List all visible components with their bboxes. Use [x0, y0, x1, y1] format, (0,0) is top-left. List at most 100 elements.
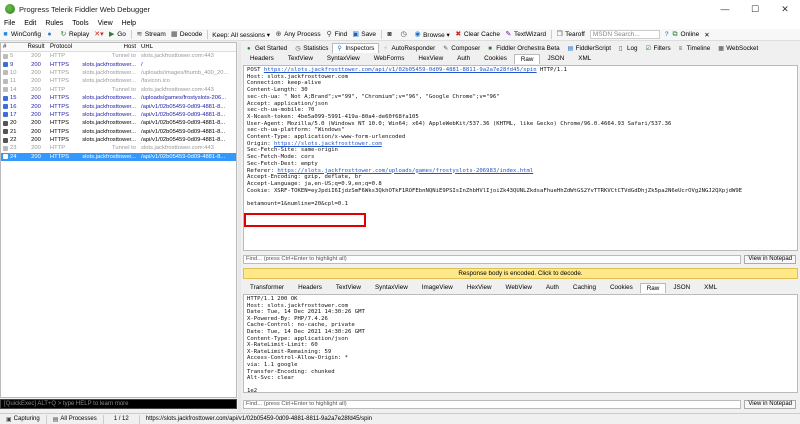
decode-notice[interactable]: Response body is encoded. Click to decod…: [243, 268, 798, 279]
tab-fiddler-orchestra[interactable]: ■ Fiddler Orchestra Beta: [484, 44, 563, 53]
resp-tab-raw[interactable]: Raw: [639, 283, 667, 293]
tab-filters[interactable]: ☑ Filters: [642, 44, 675, 53]
clear-cache-button[interactable]: ✖ Clear Cache: [455, 31, 500, 38]
req-tab-headers[interactable]: Headers: [243, 53, 281, 64]
minimize-button[interactable]: —: [710, 0, 740, 18]
session-row[interactable]: 11 200 HTTPS slots.jackfrosttower... /favico…: [1, 77, 236, 85]
winconfig-button[interactable]: ■ WinConfig: [2, 31, 41, 38]
resp-tab-hexview[interactable]: HexView: [460, 282, 499, 293]
comment-button[interactable]: ●: [46, 31, 55, 38]
session-row[interactable]: 17 200 HTTPS slots.jackfrosttower... /api/v1…: [1, 111, 236, 119]
col-protocol[interactable]: Protocol: [47, 44, 75, 50]
col-num[interactable]: #: [1, 44, 25, 50]
capturing-indicator[interactable]: ▣ Capturing: [0, 414, 47, 424]
process-filter[interactable]: ▤ All Processes: [47, 414, 104, 424]
request-raw-view[interactable]: POST https://slots.jackfrosttower.com/ap…: [243, 65, 798, 251]
resp-tab-headers[interactable]: Headers: [291, 282, 329, 293]
tab-websocket[interactable]: ▦ WebSocket: [714, 44, 762, 53]
req-tab-json[interactable]: JSON: [540, 53, 571, 64]
textwizard-button[interactable]: ✎ TextWizard: [505, 31, 547, 38]
timer-button[interactable]: ◷: [400, 31, 409, 38]
any-process-button[interactable]: ⊕ Any Process: [275, 31, 321, 38]
tab-inspectors[interactable]: ⚲ Inspectors: [332, 43, 380, 53]
session-row[interactable]: 10 200 HTTPS slots.jackfrosttower... /upload…: [1, 69, 236, 77]
msdn-search-input[interactable]: MSDN Search...: [589, 30, 660, 39]
session-row[interactable]: 14 200 HTTP Tunnel to slots.jackfrosttower.c…: [1, 86, 236, 94]
req-tab-auth[interactable]: Auth: [450, 53, 477, 64]
request-view-notepad-button[interactable]: View in Notepad: [744, 255, 796, 264]
req-tab-xml[interactable]: XML: [571, 53, 598, 64]
resp-tab-webview[interactable]: WebView: [499, 282, 539, 293]
quickexec-input[interactable]: [QuickExec] ALT+Q > type HELP to learn m…: [0, 399, 237, 409]
session-row[interactable]: 5 200 HTTP Tunnel to slots.jackfrosttower.co…: [1, 52, 236, 60]
tab-fiddlerscript[interactable]: ▤ FiddlerScript: [564, 44, 615, 53]
menu-edit[interactable]: Edit: [24, 20, 36, 27]
session-row[interactable]: 9 200 HTTPS slots.jackfrosttower... /: [1, 60, 236, 68]
screenshot-button[interactable]: ◙: [386, 31, 395, 38]
req-tab-raw[interactable]: Raw: [513, 54, 541, 64]
req-tab-cookies[interactable]: Cookies: [477, 53, 514, 64]
response-find-input[interactable]: Find... (press Ctrl+Enter to highlight a…: [243, 400, 742, 409]
req-tab-hexview[interactable]: HexView: [411, 53, 450, 64]
save-button[interactable]: ▣ Save: [352, 31, 376, 38]
pane-splitter[interactable]: [238, 42, 241, 412]
help-icon[interactable]: ?: [665, 31, 669, 38]
replay-button[interactable]: ↻ Replay: [60, 31, 90, 38]
resp-tab-cookies[interactable]: Cookies: [603, 282, 640, 293]
tab-statistics[interactable]: ◷ Statistics: [291, 44, 332, 53]
tab-timeline[interactable]: ≡ Timeline: [675, 44, 715, 53]
col-host[interactable]: Host: [75, 44, 140, 50]
resp-tab-json[interactable]: JSON: [666, 282, 697, 293]
req-tab-textview[interactable]: TextView: [281, 53, 320, 64]
response-text: HTTP/1.1 200 OK Host: slots.jackfrosttow…: [247, 296, 365, 393]
resp-tab-caching[interactable]: Caching: [566, 282, 603, 293]
session-result: 200: [31, 128, 41, 135]
go-button[interactable]: ▶ Go: [108, 31, 126, 38]
stream-button[interactable]: ≋ Stream: [136, 31, 165, 38]
tab-autoresponder[interactable]: ⚡ AutoResponder: [379, 44, 439, 53]
response-raw-view[interactable]: HTTP/1.1 200 OK Host: slots.jackfrosttow…: [243, 294, 798, 393]
request-url-link[interactable]: https://slots.jackfrosttower.com/api/v1/…: [264, 67, 537, 73]
decode-button[interactable]: ▦ Decode: [171, 31, 202, 38]
session-row[interactable]: 24 200 HTTPS slots.jackfrosttower... /api/v1…: [1, 152, 236, 162]
remove-button[interactable]: ✕▾: [94, 31, 103, 38]
request-find-input[interactable]: Find... (press Ctrl+Enter to highlight a…: [243, 255, 742, 264]
resp-tab-syntaxview[interactable]: SyntaxView: [368, 282, 415, 293]
resp-tab-imageview[interactable]: ImageView: [415, 282, 460, 293]
menu-file[interactable]: File: [4, 20, 15, 27]
tab-composer[interactable]: ✎ Composer: [439, 44, 484, 53]
resp-tab-textview[interactable]: TextView: [329, 282, 368, 293]
find-button[interactable]: ⚲ Find: [326, 31, 348, 38]
session-row[interactable]: 21 200 HTTPS slots.jackfrosttower... /api/v1…: [1, 128, 236, 136]
keep-sessions-dropdown[interactable]: Keep: All sessions ▾: [212, 31, 270, 39]
session-row[interactable]: 22 200 HTTPS slots.jackfrosttower... /api/v1…: [1, 136, 236, 144]
resp-tab-transformer[interactable]: Transformer: [243, 282, 291, 293]
sessions-list[interactable]: # Result Protocol Host URL 5 200 HTTP Tunne…: [0, 42, 237, 398]
resp-tab-auth[interactable]: Auth: [539, 282, 566, 293]
tab-get-started[interactable]: ● Get Started: [243, 44, 291, 53]
session-row[interactable]: 15 200 HTTPS slots.jackfrosttower... /upload…: [1, 94, 236, 102]
menu-view[interactable]: View: [98, 20, 113, 27]
browse-button[interactable]: ◉ Browse ▾: [414, 31, 450, 39]
tearoff-button[interactable]: ❐ Tearoff: [556, 31, 584, 38]
menu-rules[interactable]: Rules: [45, 20, 63, 27]
tab-log[interactable]: ▯ Log: [615, 44, 642, 53]
col-url[interactable]: URL: [140, 44, 236, 50]
referer-link[interactable]: https://slots.jackfrosttower.com/uploads…: [277, 168, 533, 174]
close-button[interactable]: ✕: [770, 0, 800, 18]
menu-help[interactable]: Help: [122, 20, 136, 27]
req-tab-webforms[interactable]: WebForms: [367, 53, 412, 64]
req-tab-syntaxview[interactable]: SyntaxView: [320, 53, 367, 64]
session-row[interactable]: 16 200 HTTPS slots.jackfrosttower... /api/v1…: [1, 102, 236, 110]
session-result: 200: [31, 137, 41, 144]
session-row[interactable]: 20 200 HTTPS slots.jackfrosttower... /api/v1…: [1, 119, 236, 127]
session-num-text: 11: [10, 78, 17, 85]
menu-tools[interactable]: Tools: [72, 20, 88, 27]
origin-link[interactable]: https://slots.jackfrosttower.com: [274, 141, 382, 147]
close-toolbar-icon[interactable]: ✕: [704, 31, 709, 39]
resp-tab-xml[interactable]: XML: [697, 282, 724, 293]
maximize-button[interactable]: ☐: [740, 0, 770, 18]
col-result[interactable]: Result: [25, 44, 47, 50]
session-row[interactable]: 23 200 HTTP Tunnel to slots.jackfrosttower.c…: [1, 144, 236, 152]
response-view-notepad-button[interactable]: View in Notepad: [744, 400, 796, 409]
